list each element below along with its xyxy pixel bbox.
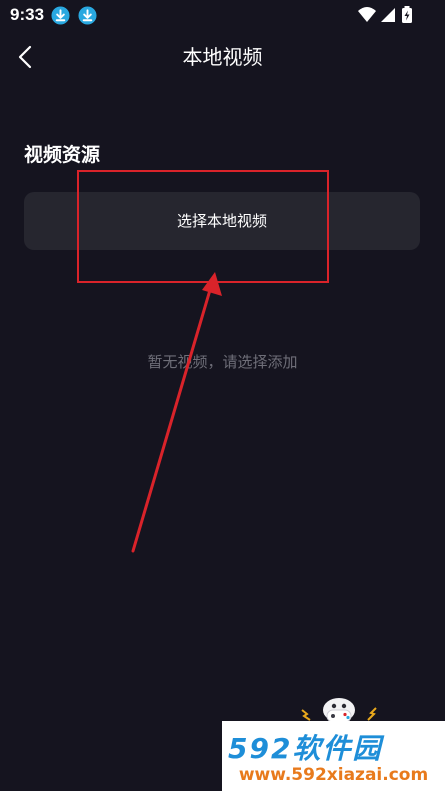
download-icon [78, 6, 97, 25]
header-bar: 本地视频 [0, 34, 445, 80]
page-title: 本地视频 [182, 45, 263, 69]
section-title: 视频资源 [24, 144, 101, 166]
app-screen: 9:33 本地视频 视频资源 选择本地视频 暂无视频，请选择添加 592软件园 … [0, 0, 445, 791]
status-icons [358, 6, 412, 23]
battery-charging-icon [402, 6, 412, 23]
annotation-highlight-box [77, 170, 329, 283]
wifi-icon [358, 7, 376, 22]
annotation-arrow [131, 272, 222, 553]
status-bar: 9:33 [0, 0, 445, 34]
signal-icon [381, 8, 395, 22]
status-time: 9:33 [10, 5, 45, 24]
download-icon [51, 6, 70, 25]
empty-state-text: 暂无视频，请选择添加 [147, 353, 298, 371]
watermark-brand: 592软件园 [228, 732, 383, 765]
watermark-url: www.592xiazai.com [238, 765, 429, 785]
watermark-logo: 592软件园 www.592xiazai.com [222, 721, 445, 791]
